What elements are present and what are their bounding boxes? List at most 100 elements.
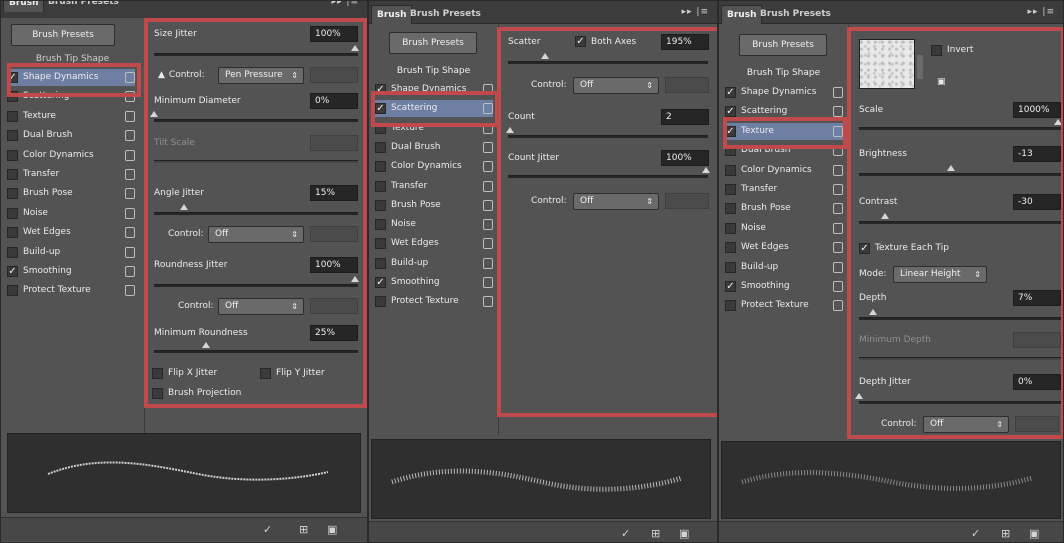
list-item-checkbox[interactable]: ✓ (725, 106, 736, 118)
list-item[interactable]: Texture (7, 108, 135, 125)
create-brush-icon[interactable]: ⊞ (299, 523, 308, 536)
lock-icon[interactable] (483, 161, 493, 173)
list-item-checkbox[interactable] (375, 296, 386, 308)
lock-icon[interactable] (125, 227, 135, 239)
lock-icon[interactable] (833, 87, 843, 98)
create-brush-icon[interactable]: ⊞ (651, 527, 660, 540)
list-item-checkbox[interactable] (7, 246, 18, 258)
new-preset-icon[interactable]: ▣ (679, 527, 689, 540)
lock-icon[interactable] (833, 222, 843, 234)
list-item[interactable]: Build-up (7, 244, 135, 261)
list-item[interactable]: Color Dynamics (725, 162, 843, 179)
lock-icon[interactable] (483, 180, 493, 192)
panel-menu-icon[interactable]: ▸▸ |≡ (1028, 7, 1055, 17)
lock-icon[interactable] (833, 164, 843, 176)
list-item-checkbox[interactable] (375, 219, 386, 231)
lock-icon[interactable] (483, 141, 493, 153)
lock-icon[interactable] (483, 257, 493, 269)
lock-icon[interactable] (833, 203, 843, 215)
list-item-checkbox[interactable] (725, 164, 736, 176)
list-item-checkbox[interactable] (7, 169, 18, 180)
list-item[interactable]: Transfer (725, 181, 843, 198)
list-item[interactable]: Brush Pose (375, 197, 493, 214)
toggle-preview-icon[interactable]: ✓ (263, 523, 272, 536)
lock-icon[interactable] (483, 277, 493, 288)
tab-brush-presets[interactable]: Brush Presets (405, 5, 486, 24)
lock-icon[interactable] (833, 106, 843, 118)
list-item[interactable]: Transfer (375, 178, 493, 195)
list-item[interactable]: Build-up (375, 255, 493, 272)
list-item-checkbox[interactable] (7, 285, 18, 297)
list-item[interactable]: Noise (725, 220, 843, 237)
list-item-checkbox[interactable] (725, 261, 736, 273)
list-item[interactable]: Dual Brush (375, 139, 493, 156)
list-item-checkbox[interactable] (375, 141, 386, 153)
lock-icon[interactable] (833, 261, 843, 273)
list-item-checkbox[interactable] (725, 300, 736, 312)
list-item-checkbox[interactable] (7, 130, 18, 142)
new-preset-icon[interactable]: ▣ (1029, 527, 1039, 540)
lock-icon[interactable] (125, 266, 135, 277)
list-item-checkbox[interactable] (7, 110, 18, 122)
list-item[interactable]: Wet Edges (725, 239, 843, 256)
toggle-preview-icon[interactable]: ✓ (621, 527, 630, 540)
lock-icon[interactable] (833, 300, 843, 312)
list-item[interactable]: Color Dynamics (375, 158, 493, 175)
new-preset-icon[interactable]: ▣ (327, 523, 337, 536)
list-item[interactable]: ✓ Shape Dynamics (725, 84, 843, 101)
brush-presets-button[interactable]: Brush Presets (739, 34, 827, 56)
list-item-checkbox[interactable] (375, 238, 386, 250)
lock-icon[interactable] (833, 242, 843, 254)
list-item[interactable]: Protect Texture (7, 282, 135, 299)
lock-icon[interactable] (483, 296, 493, 308)
tab-brush[interactable]: Brush (3, 1, 45, 12)
list-item[interactable]: ✓ Smoothing (725, 278, 843, 295)
lock-icon[interactable] (483, 238, 493, 250)
list-item-checkbox[interactable] (725, 222, 736, 234)
list-item-checkbox[interactable]: ✓ (375, 277, 386, 288)
lock-icon[interactable] (125, 169, 135, 180)
panel-menu-icon[interactable]: ▸▸ |≡ (332, 1, 359, 7)
list-item[interactable]: Noise (7, 205, 135, 222)
list-item[interactable]: ✓ Smoothing (375, 274, 493, 291)
lock-icon[interactable] (483, 219, 493, 231)
tab-brush-presets[interactable]: Brush Presets (755, 5, 836, 24)
lock-icon[interactable] (833, 281, 843, 292)
panel-menu-icon[interactable]: ▸▸ |≡ (682, 7, 709, 17)
list-item-checkbox[interactable] (725, 203, 736, 215)
list-item[interactable]: Wet Edges (7, 224, 135, 241)
list-item-checkbox[interactable]: ✓ (7, 266, 18, 277)
list-item-checkbox[interactable] (7, 149, 18, 161)
list-item-checkbox[interactable] (375, 161, 386, 173)
list-item[interactable]: Brush Pose (725, 200, 843, 217)
list-item-checkbox[interactable] (7, 227, 18, 239)
list-item-checkbox[interactable]: ✓ (725, 87, 736, 98)
list-item-checkbox[interactable] (375, 199, 386, 211)
list-item-checkbox[interactable] (725, 242, 736, 254)
tab-brush-presets[interactable]: Brush Presets (43, 1, 124, 12)
list-item[interactable]: Color Dynamics (7, 147, 135, 164)
lock-icon[interactable] (125, 188, 135, 200)
list-item[interactable]: Brush Pose (7, 185, 135, 202)
list-item-checkbox[interactable]: ✓ (725, 281, 736, 292)
lock-icon[interactable] (125, 110, 135, 122)
lock-icon[interactable] (125, 207, 135, 219)
list-item[interactable]: Protect Texture (375, 293, 493, 310)
list-item[interactable]: Dual Brush (7, 127, 135, 144)
list-item[interactable]: Protect Texture (725, 297, 843, 314)
brush-presets-button[interactable]: Brush Presets (11, 24, 115, 46)
list-item-checkbox[interactable] (7, 207, 18, 219)
list-item[interactable]: Build-up (725, 259, 843, 276)
brush-tip-shape-item[interactable]: Brush Tip Shape (719, 68, 848, 78)
lock-icon[interactable] (483, 199, 493, 211)
lock-icon[interactable] (125, 149, 135, 161)
list-item-checkbox[interactable] (7, 188, 18, 200)
lock-icon[interactable] (125, 285, 135, 297)
toggle-preview-icon[interactable]: ✓ (971, 527, 980, 540)
brush-tip-shape-item[interactable]: Brush Tip Shape (369, 66, 498, 76)
list-item-checkbox[interactable] (375, 257, 386, 269)
list-item-checkbox[interactable] (375, 180, 386, 192)
list-item-checkbox[interactable] (725, 184, 736, 195)
lock-icon[interactable] (125, 130, 135, 142)
list-item[interactable]: Transfer (7, 166, 135, 183)
